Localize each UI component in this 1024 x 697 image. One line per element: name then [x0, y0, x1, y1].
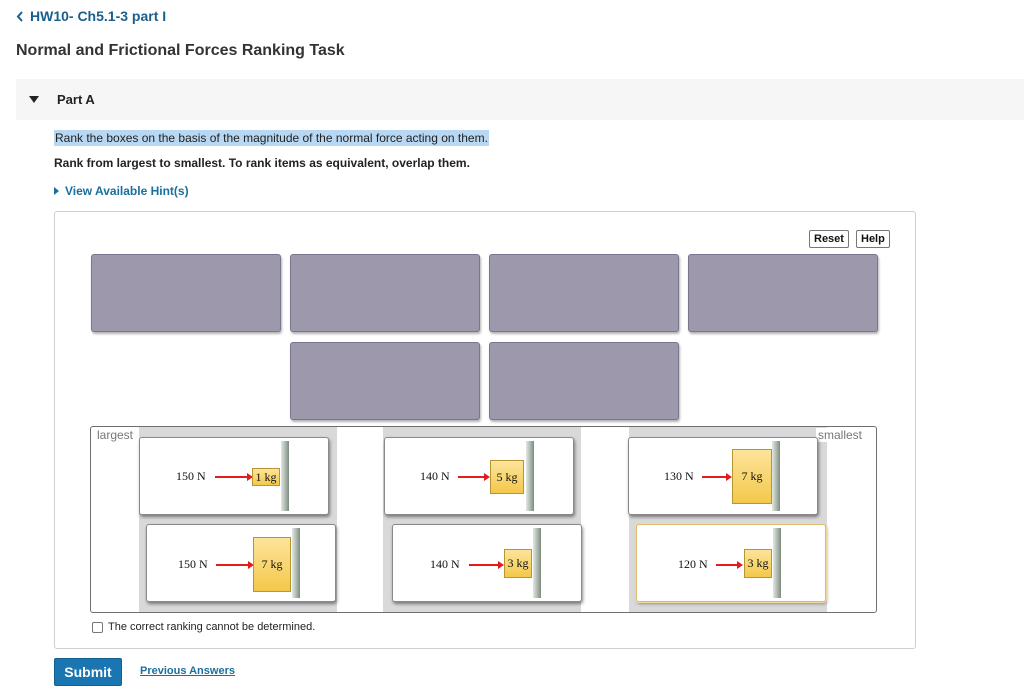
mass-label: 7 kg: [261, 557, 283, 571]
mass-label: 7 kg: [741, 469, 763, 483]
expand-triangle-icon: [54, 187, 59, 195]
cannot-determine-option[interactable]: The correct ranking cannot be determined…: [92, 621, 315, 633]
force-arrow: [469, 561, 504, 569]
cannot-determine-checkbox[interactable]: [92, 621, 103, 633]
mass-box: 5 kg: [490, 460, 524, 494]
mass-box: 7 kg: [253, 537, 291, 592]
collapse-triangle-icon: [29, 96, 39, 103]
force-label: 140 N: [430, 557, 460, 571]
ranking-slot-4[interactable]: [688, 254, 878, 332]
force-label: 130 N: [664, 469, 694, 483]
mass-label: 3 kg: [507, 556, 529, 570]
mass-label: 3 kg: [747, 556, 769, 570]
force-label: 150 N: [176, 469, 206, 483]
wall: [533, 528, 541, 598]
ranking-slot-6[interactable]: [489, 342, 679, 420]
wall: [772, 441, 780, 511]
mass-box: 7 kg: [732, 449, 772, 504]
ranking-slot-3[interactable]: [489, 254, 679, 332]
view-hints-label: View Available Hint(s): [65, 184, 189, 198]
ranking-slot-1[interactable]: [91, 254, 281, 332]
part-a-label: Part A: [57, 92, 95, 107]
largest-label: largest: [95, 428, 136, 442]
question-text: Rank the boxes on the basis of the magni…: [54, 130, 489, 146]
help-button[interactable]: Help: [856, 230, 890, 248]
force-arrow: [458, 473, 490, 481]
mass-box: 1 kg: [252, 468, 280, 486]
reset-button[interactable]: Reset: [809, 230, 849, 248]
wall: [773, 528, 781, 598]
ranking-item-140n-3kg[interactable]: 140 N 3 kg: [392, 524, 582, 602]
force-arrow: [216, 561, 254, 569]
submit-button[interactable]: Submit: [54, 658, 122, 686]
cannot-determine-label: The correct ranking cannot be determined…: [108, 621, 316, 633]
force-arrow: [215, 473, 253, 481]
ranking-item-120n-3kg[interactable]: 120 N 3 kg: [636, 524, 826, 602]
ranking-item-150n-7kg[interactable]: 150 N 7 kg: [146, 524, 336, 602]
force-label: 150 N: [178, 557, 208, 571]
view-hints-link[interactable]: View Available Hint(s): [54, 184, 189, 198]
ranking-item-130n-7kg[interactable]: 130 N 7 kg: [628, 437, 818, 515]
mass-box: 3 kg: [504, 549, 532, 578]
ranking-instructions: Rank from largest to smallest. To rank i…: [54, 156, 470, 170]
mass-label: 1 kg: [255, 469, 277, 484]
force-arrow: [702, 473, 732, 481]
mass-box: 3 kg: [744, 549, 772, 578]
wall: [292, 528, 300, 598]
ranking-slot-2[interactable]: [290, 254, 480, 332]
wall: [526, 441, 534, 511]
mass-label: 5 kg: [496, 469, 518, 484]
chevron-left-icon: [16, 10, 23, 22]
part-a-header[interactable]: Part A: [16, 79, 1024, 120]
wall: [281, 441, 289, 511]
force-label: 140 N: [420, 469, 450, 483]
page-title: Normal and Frictional Forces Ranking Tas…: [16, 42, 345, 59]
smallest-label: smallest: [816, 428, 865, 442]
force-arrow: [716, 561, 743, 569]
ranking-item-150n-1kg[interactable]: 150 N 1 kg: [139, 437, 329, 515]
previous-answers-link[interactable]: Previous Answers: [140, 665, 235, 677]
back-link[interactable]: HW10- Ch5.1-3 part I: [16, 8, 166, 24]
ranking-slot-5[interactable]: [290, 342, 480, 420]
ranking-item-140n-5kg[interactable]: 140 N 5 kg: [384, 437, 574, 515]
force-label: 120 N: [678, 557, 708, 571]
back-link-label: HW10- Ch5.1-3 part I: [30, 8, 167, 24]
